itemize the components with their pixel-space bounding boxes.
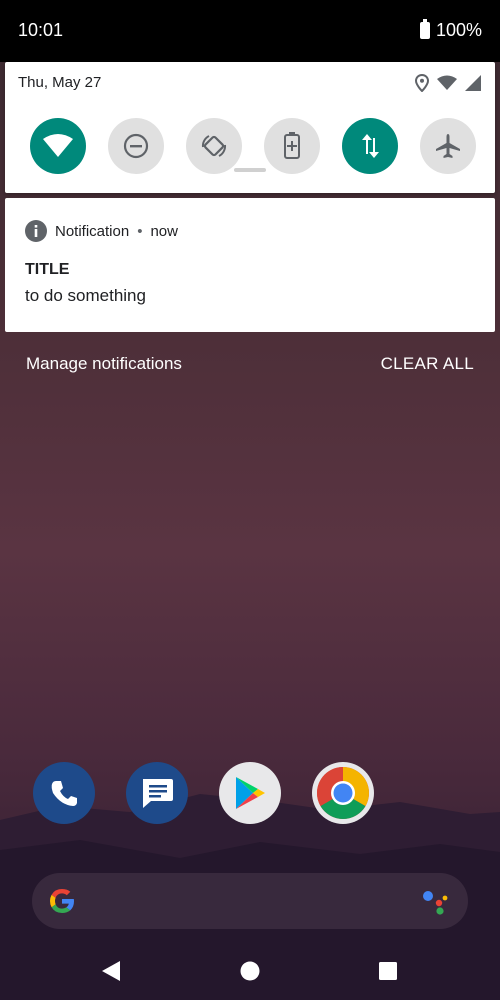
chrome-app[interactable] <box>312 762 374 824</box>
cell-signal-icon <box>465 75 481 91</box>
qs-date[interactable]: Thu, May 27 <box>18 74 101 91</box>
battery-percent: 100% <box>435 20 482 40</box>
battery-icon <box>419 19 430 39</box>
auto-rotate-tile[interactable] <box>186 118 242 174</box>
status-bar: 10:01 100% <box>0 0 500 62</box>
status-time: 10:01 <box>18 20 64 40</box>
status-right: 100% <box>419 19 482 41</box>
clear-all-button[interactable]: CLEAR ALL <box>381 354 474 374</box>
play-store-icon <box>236 777 265 809</box>
battery-saver-icon <box>284 132 300 159</box>
notification-actions: Manage notifications CLEAR ALL <box>0 352 500 376</box>
wifi-icon <box>43 134 73 157</box>
back-button[interactable] <box>100 960 122 982</box>
wifi-tile[interactable] <box>30 118 86 174</box>
notification-title: TITLE <box>25 261 70 278</box>
google-search-bar[interactable] <box>32 873 468 929</box>
airplane-icon <box>436 134 460 158</box>
battery-saver-tile[interactable] <box>264 118 320 174</box>
home-button[interactable] <box>239 960 261 982</box>
location-icon <box>415 74 429 92</box>
mobile-data-tile[interactable] <box>342 118 398 174</box>
recents-button[interactable] <box>377 960 399 982</box>
google-g-icon <box>50 889 74 913</box>
panel-drag-handle[interactable] <box>234 168 266 172</box>
airplane-mode-tile[interactable] <box>420 118 476 174</box>
dnd-tile[interactable] <box>108 118 164 174</box>
info-icon <box>25 220 47 242</box>
phone-app[interactable] <box>33 762 95 824</box>
notification-time: now <box>150 222 178 240</box>
navigation-bar <box>0 940 500 1000</box>
qs-status-icons <box>415 74 481 92</box>
notification-header: Notification • now <box>25 220 178 242</box>
home-icon <box>240 961 260 981</box>
messages-icon <box>143 779 173 808</box>
phone-icon <box>51 781 77 806</box>
manage-notifications-button[interactable]: Manage notifications <box>26 354 182 374</box>
wifi-signal-icon <box>437 75 457 90</box>
notification-separator: • <box>137 222 143 240</box>
do-not-disturb-icon <box>123 133 149 159</box>
notification-app-name: Notification <box>55 222 130 240</box>
notification-body: to do something <box>25 286 146 305</box>
recents-icon <box>379 962 397 980</box>
back-icon <box>102 961 120 981</box>
auto-rotate-icon <box>201 135 227 157</box>
app-dock <box>0 762 500 824</box>
qs-tiles <box>30 118 476 174</box>
data-transfer-icon <box>362 134 379 158</box>
quick-settings-panel: Thu, May 27 <box>5 62 495 193</box>
notification-card[interactable]: Notification • now TITLE to do something <box>5 198 495 332</box>
messages-app[interactable] <box>126 762 188 824</box>
play-store-app[interactable] <box>219 762 281 824</box>
chrome-icon <box>317 767 369 819</box>
google-assistant-icon[interactable] <box>420 887 450 915</box>
